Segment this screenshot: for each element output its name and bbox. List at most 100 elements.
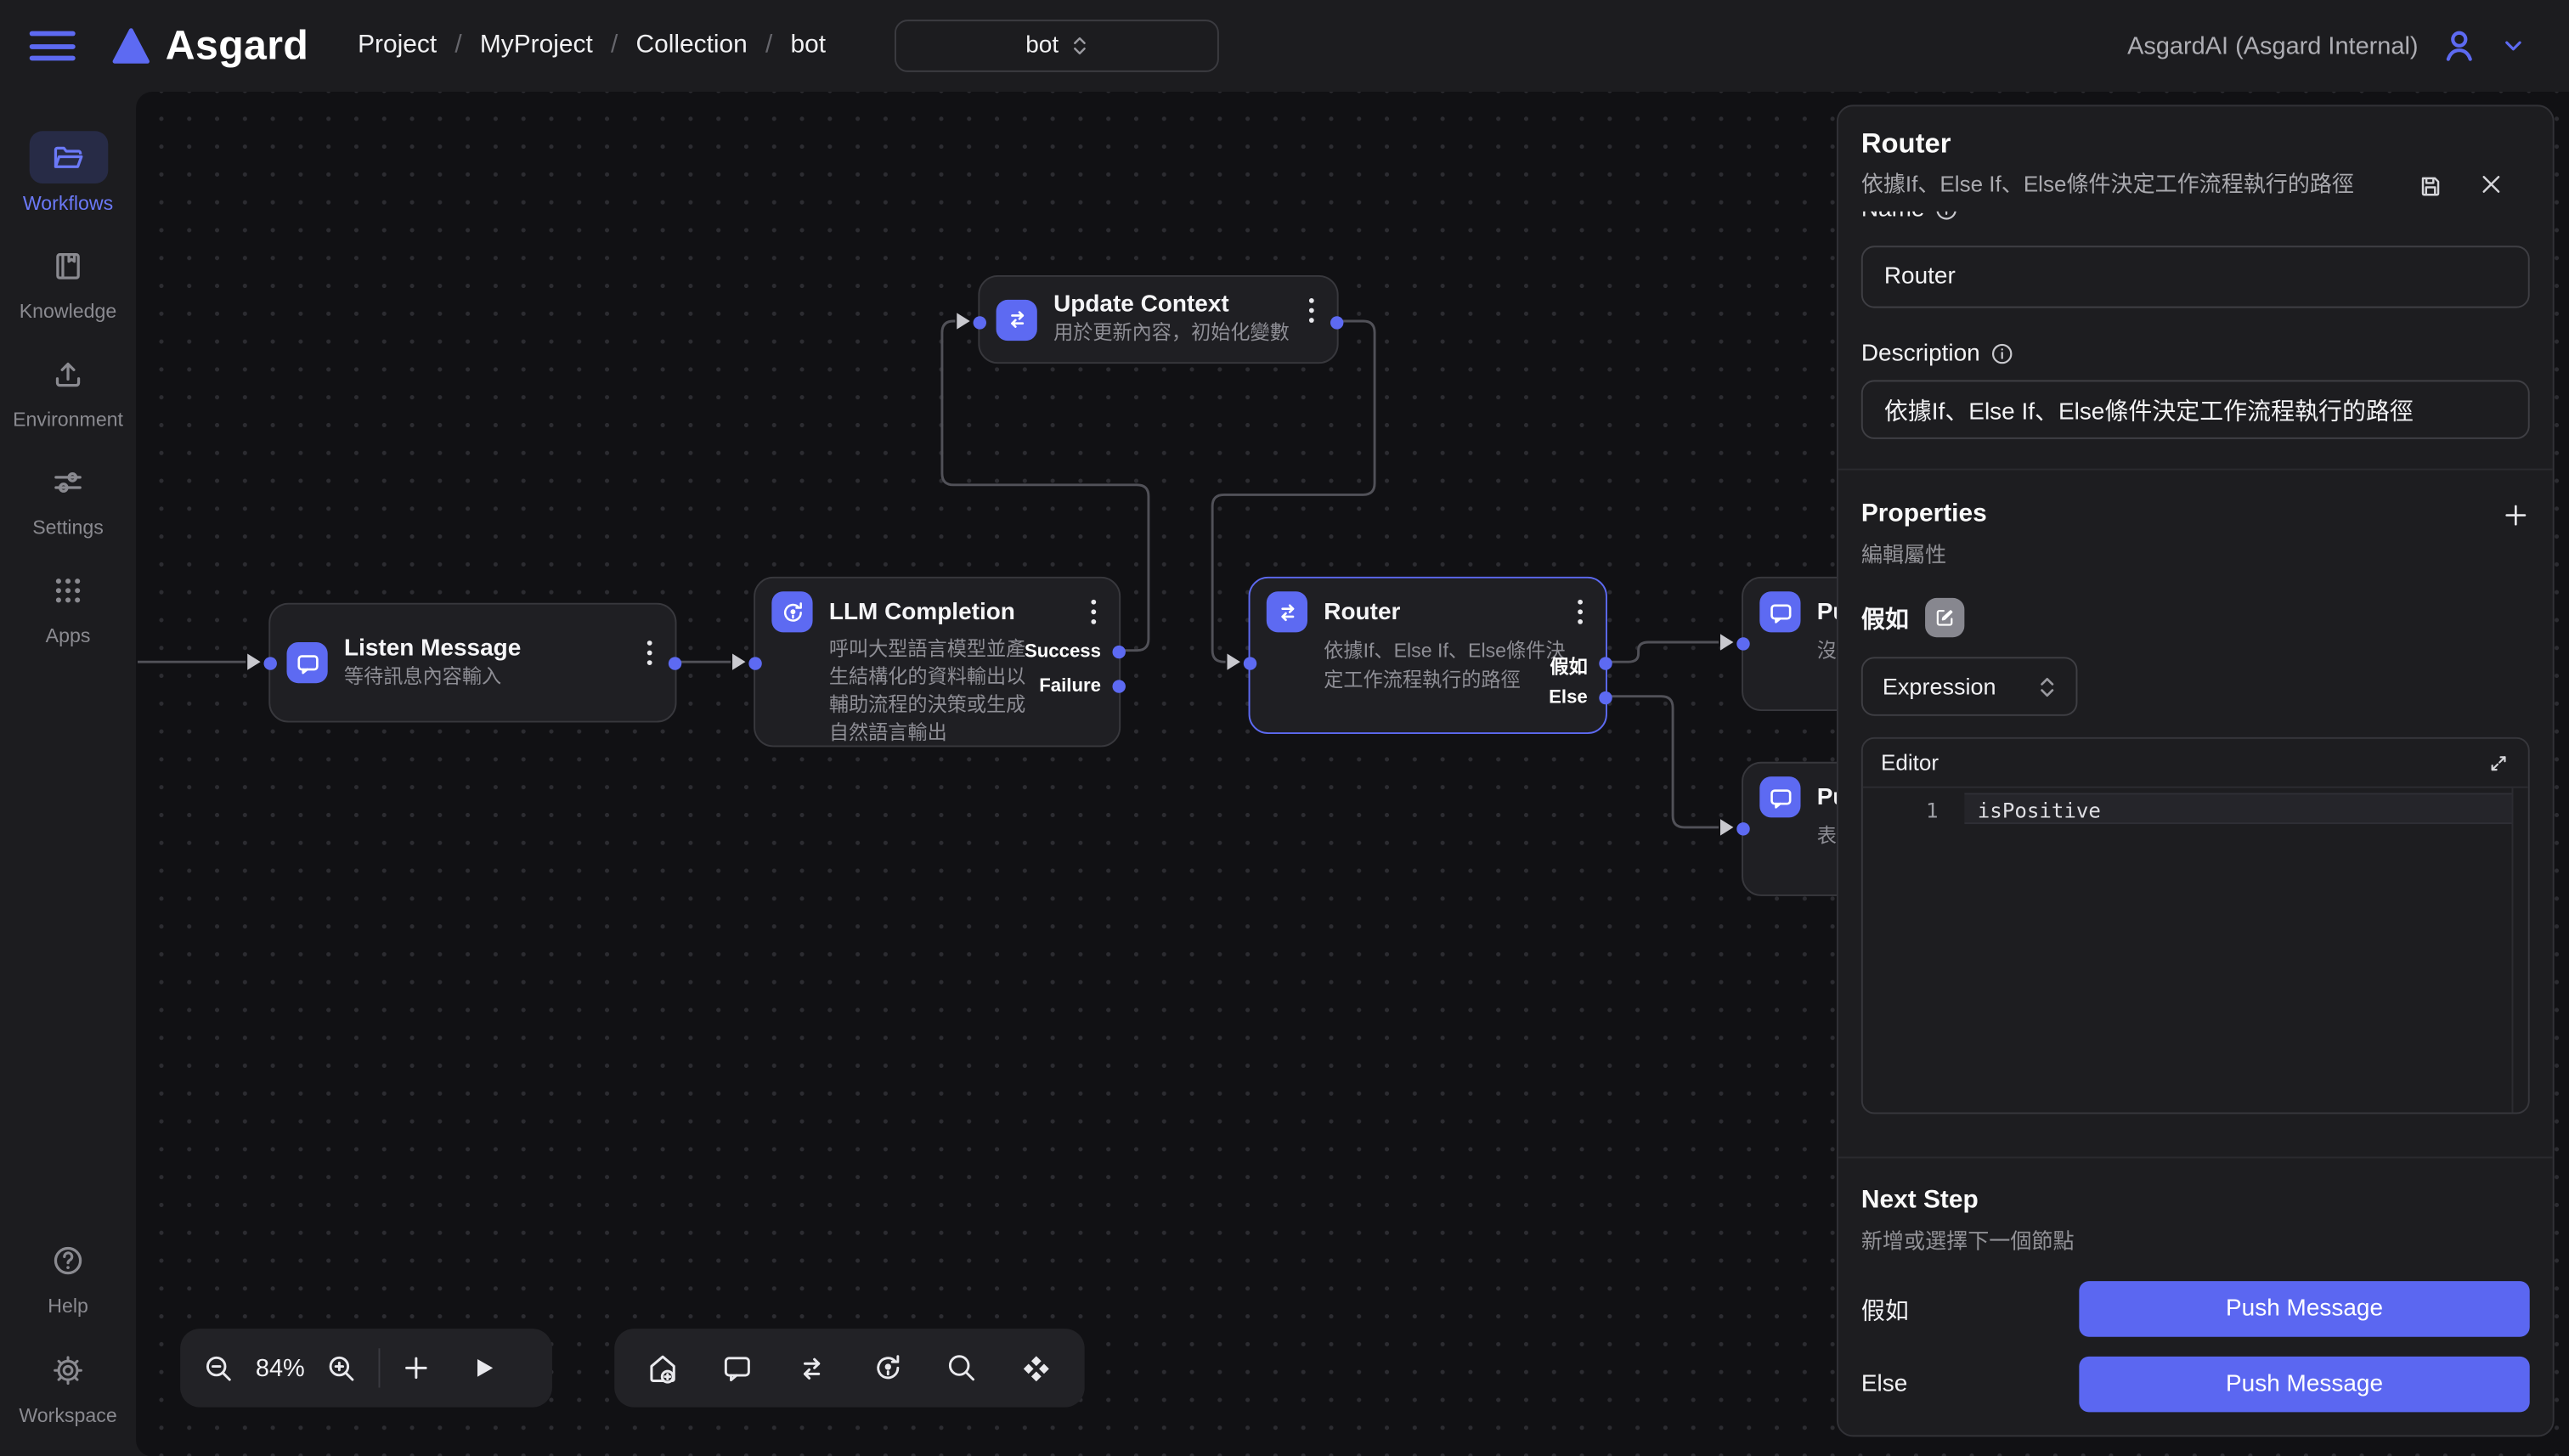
message-icon (1759, 776, 1800, 817)
viewport: Update Context 用於更新內容，初始化變數 Listen Messa… (0, 0, 2569, 1456)
chevron-down-icon[interactable] (2500, 33, 2527, 59)
output-port-success[interactable] (1112, 646, 1125, 658)
output-port-else[interactable] (1599, 691, 1612, 704)
sidebar-item-environment[interactable]: Environment (13, 347, 123, 431)
llm-icon[interactable] (871, 1352, 904, 1385)
output-port-failure[interactable] (1112, 680, 1125, 692)
input-port[interactable] (1244, 657, 1256, 669)
message-icon (1759, 591, 1800, 632)
expand-icon[interactable] (2487, 751, 2510, 774)
next-step-subtitle: 新增或選擇下一個節點 (1861, 1224, 2530, 1256)
breadcrumb-collection[interactable]: Collection (636, 31, 748, 61)
node-menu-icon[interactable] (637, 641, 660, 665)
search-icon[interactable] (945, 1352, 978, 1385)
menu-icon[interactable] (30, 28, 76, 64)
account-label: AsgardAI (Asgard Internal) (2127, 32, 2419, 60)
sidebar-label: Environment (13, 408, 123, 431)
condition-label: 假如 (1861, 601, 1909, 635)
node-title: Update Context (1053, 291, 1290, 318)
output-label-else: Else (1549, 688, 1588, 708)
node-listen-message[interactable]: Listen Message 等待訊息內容輸入 (268, 603, 676, 723)
inspector-scroll-area[interactable]: Name Router Description 依據If、Else If、Els… (1838, 212, 2553, 1157)
input-port[interactable] (1736, 637, 1749, 650)
sidebar-item-workspace[interactable]: Workspace (19, 1343, 116, 1426)
sidebar-item-help[interactable]: Help (29, 1233, 108, 1317)
code-editor[interactable]: 1 isPositive (1863, 788, 2528, 1113)
next-step-label: 假如 (1861, 1292, 2080, 1327)
node-update-context[interactable]: Update Context 用於更新內容，初始化變數 (978, 275, 1338, 364)
inspector-header: Router 依據If、Else If、Else條件決定工作流程執行的路徑 (1838, 106, 2553, 211)
sidebar-label: Workflows (23, 192, 113, 215)
properties-header: Properties (1861, 499, 2530, 529)
home-add-icon[interactable] (646, 1351, 680, 1385)
input-port[interactable] (748, 657, 761, 669)
edit-icon[interactable] (1925, 598, 1964, 637)
app-header: Asgard Project / MyProject / Collection … (0, 0, 2569, 92)
node-title: Router (1324, 599, 1400, 625)
message-icon (286, 642, 327, 683)
description-input[interactable]: 依據If、Else If、Else條件決定工作流程執行的路徑 (1861, 380, 2530, 438)
push-message-button-if[interactable]: Push Message (2079, 1281, 2529, 1337)
node-subtitle: 用於更新內容，初始化變數 (1053, 318, 1290, 347)
zoom-out-icon[interactable] (203, 1352, 234, 1384)
description-label: Description (1861, 341, 1980, 367)
breadcrumb-myproject[interactable]: MyProject (480, 31, 593, 61)
breadcrumb-bot[interactable]: bot (791, 31, 827, 61)
sidebar-item-knowledge[interactable]: Knowledge (20, 240, 117, 323)
condition-type-select[interactable]: Expression (1861, 657, 2078, 715)
asgard-logo[interactable]: Asgard (111, 22, 308, 70)
sidebar-footer: Help Workspace (19, 1207, 116, 1456)
node-menu-icon[interactable] (1299, 298, 1322, 323)
workflow-selector[interactable]: bot (895, 20, 1219, 72)
close-icon[interactable] (2479, 172, 2504, 196)
sidebar-label: Knowledge (20, 300, 117, 323)
zoom-in-icon[interactable] (326, 1352, 358, 1384)
sidebar-item-apps[interactable]: Apps (29, 563, 108, 646)
upload-icon (29, 347, 108, 400)
output-port-if[interactable] (1599, 657, 1612, 669)
node-menu-icon[interactable] (1568, 600, 1591, 624)
sidebar-item-workflows[interactable]: Workflows (23, 131, 113, 214)
sidebar-item-settings[interactable]: Settings (29, 455, 108, 539)
breadcrumb-project[interactable]: Project (358, 31, 437, 61)
node-subtitle: 等待訊息內容輸入 (344, 661, 521, 691)
message-icon[interactable] (721, 1352, 754, 1385)
folder-icon (29, 131, 108, 183)
push-message-button-else[interactable]: Push Message (2079, 1357, 2529, 1413)
node-llm-completion[interactable]: LLM Completion 呼叫大型語言模型並產生結構化的資料輸出以輔助流程的… (754, 577, 1121, 748)
book-icon (29, 240, 108, 292)
node-palette-toolbar (614, 1329, 1084, 1408)
chevron-updown-icon (1072, 34, 1088, 57)
help-circle-icon (29, 1233, 108, 1286)
add-node-icon[interactable] (402, 1353, 432, 1383)
nodes-diamond-icon[interactable] (1019, 1351, 1053, 1385)
info-icon (1934, 212, 1957, 222)
add-property-icon[interactable] (2502, 500, 2530, 528)
input-port[interactable] (974, 316, 986, 329)
apps-grid-icon (29, 563, 108, 616)
output-label-failure: Failure (1039, 676, 1101, 696)
account-menu[interactable]: AsgardAI (Asgard Internal) (2127, 25, 2527, 67)
sidebar-label: Settings (32, 516, 104, 539)
swap-arrows-icon[interactable] (795, 1351, 830, 1385)
node-menu-icon[interactable] (1081, 600, 1104, 624)
save-icon[interactable] (2417, 172, 2445, 200)
name-input[interactable]: Router (1861, 245, 2530, 308)
editor-scrollbar[interactable] (2511, 788, 2513, 1113)
input-port[interactable] (263, 657, 276, 669)
workflow-selector-value: bot (1025, 33, 1059, 59)
swap-arrows-icon (997, 299, 1037, 340)
output-port[interactable] (1330, 316, 1343, 329)
name-label-clipped: Name (1861, 212, 2530, 231)
next-step-row-else: Else Push Message (1861, 1357, 2530, 1413)
node-title: Listen Message (344, 635, 521, 661)
info-icon (1990, 342, 2013, 365)
node-subtitle: 依據If、Else If、Else條件決定工作流程執行的路徑 (1324, 635, 1572, 694)
output-label-success: Success (1025, 642, 1101, 662)
output-port[interactable] (669, 657, 681, 669)
name-label: Name (1861, 212, 1925, 223)
play-icon[interactable] (469, 1353, 499, 1383)
input-port[interactable] (1736, 822, 1749, 835)
node-router[interactable]: Router 依據If、Else If、Else條件決定工作流程執行的路徑 假如… (1249, 577, 1607, 734)
editor-title: Editor (1881, 750, 1939, 775)
